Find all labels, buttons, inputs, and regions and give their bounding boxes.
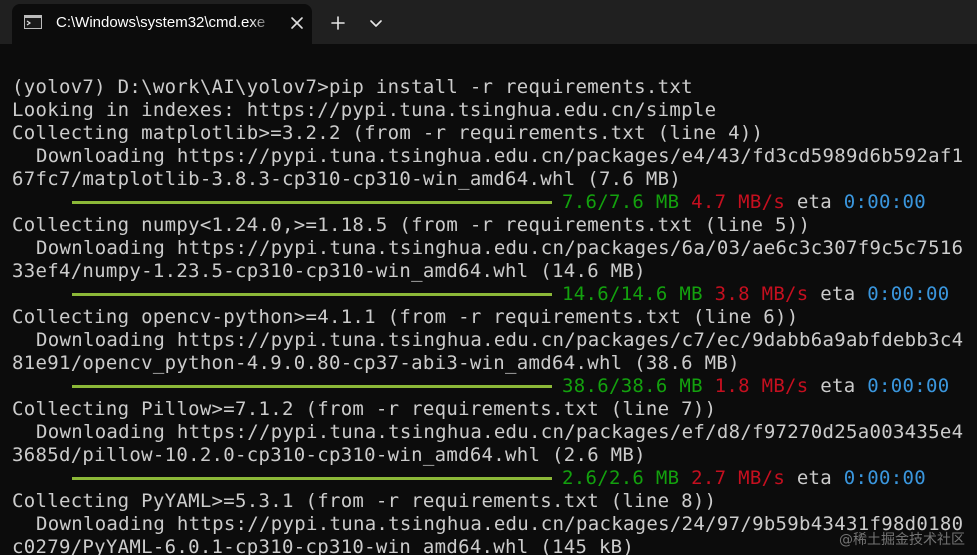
- progress-bar: [72, 201, 552, 204]
- file-line: 33ef4/numpy-1.23.5-cp310-cp310-win_amd64…: [12, 260, 646, 282]
- file-line: 67fc7/matplotlib-3.8.3-cp310-cp310-win_a…: [12, 168, 682, 190]
- terminal-window: C:\Windows\system32\cmd.exe (yolov7) D:\…: [0, 0, 977, 555]
- downloading-line: Downloading https://pypi.tuna.tsinghua.e…: [36, 329, 964, 351]
- tab-bar: C:\Windows\system32\cmd.exe: [0, 0, 977, 44]
- close-icon[interactable]: [288, 14, 306, 32]
- eta-value: 0:00:00: [843, 467, 926, 489]
- downloading-line: Downloading https://pypi.tuna.tsinghua.e…: [36, 421, 964, 443]
- file-line: 3685d/pillow-10.2.0-cp310-cp310-win_amd6…: [12, 444, 646, 466]
- collecting-line: Collecting PyYAML>=5.3.1 (from -r requir…: [12, 490, 717, 512]
- console-output[interactable]: (yolov7) D:\work\AI\yolov7>pip install -…: [12, 76, 977, 555]
- chevron-down-icon: [362, 20, 390, 41]
- progress-line: 7.6/7.6 MB 4.7 MB/s eta 0:00:00: [12, 191, 977, 214]
- progress-bar: [72, 385, 552, 388]
- file-line: c0279/PyYAML-6.0.1-cp310-cp310-win_amd64…: [12, 536, 635, 555]
- progress-bar: [72, 477, 552, 480]
- download-speed: 3.8 MB/s: [714, 283, 809, 305]
- watermark: @稀土掘金技术社区: [839, 532, 965, 548]
- plus-icon: [322, 16, 354, 41]
- progress-line: 2.6/2.6 MB 2.7 MB/s eta 0:00:00: [12, 467, 977, 490]
- eta-value: 0:00:00: [867, 375, 950, 397]
- eta-value: 0:00:00: [867, 283, 950, 305]
- download-size: 14.6/14.6 MB: [562, 283, 703, 305]
- download-size: 38.6/38.6 MB: [562, 375, 703, 397]
- progress-line: 14.6/14.6 MB 3.8 MB/s eta 0:00:00: [12, 283, 977, 306]
- progress-line: 38.6/38.6 MB 1.8 MB/s eta 0:00:00: [12, 375, 977, 398]
- collecting-line: Collecting numpy<1.24.0,>=1.18.5 (from -…: [12, 214, 811, 236]
- eta-label: eta: [796, 191, 833, 213]
- downloading-line: Downloading https://pypi.tuna.tsinghua.e…: [36, 237, 964, 259]
- file-line: 81e91/opencv_python-4.9.0.80-cp37-abi3-w…: [12, 352, 740, 374]
- tab-title: C:\Windows\system32\cmd.exe: [56, 14, 266, 31]
- new-tab-button[interactable]: [322, 9, 354, 37]
- collecting-line: Collecting Pillow>=7.1.2 (from -r requir…: [12, 398, 717, 420]
- eta-value: 0:00:00: [843, 191, 926, 213]
- collecting-line: Collecting matplotlib>=3.2.2 (from -r re…: [12, 122, 764, 144]
- terminal-icon: [24, 15, 42, 29]
- download-speed: 4.7 MB/s: [691, 191, 786, 213]
- index-line: Looking in indexes: https://pypi.tuna.ts…: [12, 99, 717, 121]
- progress-bar: [72, 293, 552, 296]
- collecting-line: Collecting opencv-python>=4.1.1 (from -r…: [12, 306, 799, 328]
- prompt-line: (yolov7) D:\work\AI\yolov7>pip install -…: [12, 76, 693, 98]
- downloading-line: Downloading https://pypi.tuna.tsinghua.e…: [36, 145, 964, 167]
- download-speed: 2.7 MB/s: [691, 467, 786, 489]
- download-size: 7.6/7.6 MB: [562, 191, 680, 213]
- download-size: 2.6/2.6 MB: [562, 467, 680, 489]
- tab-dropdown-button[interactable]: [362, 9, 390, 37]
- tab-cmd[interactable]: C:\Windows\system32\cmd.exe: [12, 4, 312, 44]
- eta-label: eta: [796, 467, 833, 489]
- download-speed: 1.8 MB/s: [714, 375, 809, 397]
- downloading-line: Downloading https://pypi.tuna.tsinghua.e…: [36, 513, 964, 535]
- eta-label: eta: [820, 283, 856, 305]
- eta-label: eta: [820, 375, 856, 397]
